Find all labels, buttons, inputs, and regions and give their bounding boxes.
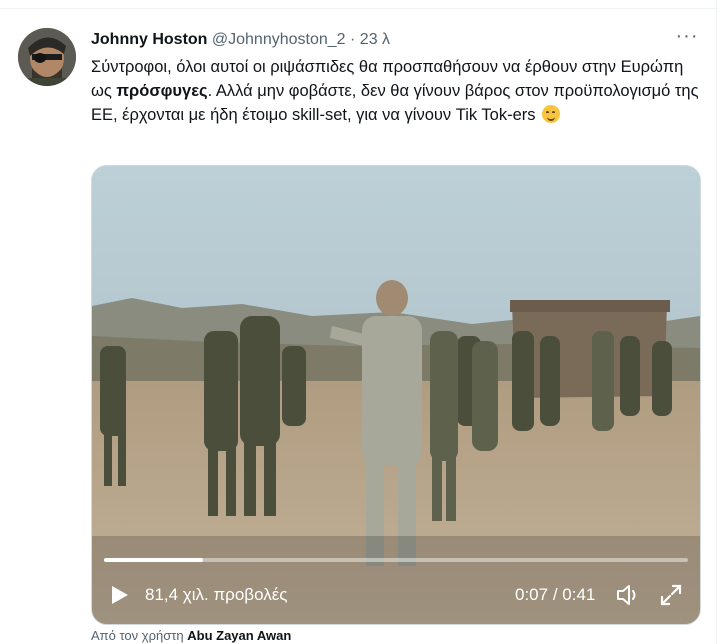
video-controls: 81,4 χιλ. προβολές 0:07 / 0:41 — [92, 578, 700, 614]
volume-icon[interactable] — [615, 582, 641, 608]
avatar[interactable] — [18, 28, 76, 86]
tweet-text-bold: πρόσφυγες — [116, 82, 208, 100]
current-time: 0:07 — [515, 585, 549, 604]
video-player[interactable]: 81,4 χιλ. προβολές 0:07 / 0:41 — [91, 165, 701, 625]
attribution-user[interactable]: Abu Zayan Awan — [187, 628, 291, 643]
author-handle[interactable]: @Johnnyhoston_2 — [212, 31, 346, 48]
time-separator: / — [552, 585, 558, 604]
top-divider — [0, 8, 718, 9]
video-frame — [92, 166, 700, 624]
attribution-prefix: Από τον χρήστη — [91, 628, 184, 643]
right-divider — [716, 0, 717, 644]
fullscreen-icon[interactable] — [658, 582, 684, 608]
tweet-header: Johnny Hoston @Johnnyhoston_2 · 23 λ — [91, 30, 390, 50]
tweet-timestamp[interactable]: 23 λ — [360, 31, 390, 48]
video-progress-bar[interactable] — [104, 558, 688, 562]
total-time: 0:41 — [562, 585, 596, 604]
video-attribution: Από τον χρήστη Abu Zayan Awan — [91, 628, 291, 644]
view-count: 81,4 χιλ. προβολές — [145, 585, 288, 604]
author-name[interactable]: Johnny Hoston — [91, 31, 207, 48]
relieved-face-emoji — [542, 105, 561, 123]
more-options-icon[interactable]: ··· — [672, 26, 702, 50]
play-icon[interactable] — [108, 584, 130, 606]
video-timecode: 0:07 / 0:41 — [515, 584, 595, 606]
video-progress-fill — [104, 558, 204, 562]
tweet-text: Σύντροφοι, όλοι αυτοί οι ριψάσπιδες θα π… — [91, 55, 701, 127]
separator-dot: · — [350, 31, 356, 48]
